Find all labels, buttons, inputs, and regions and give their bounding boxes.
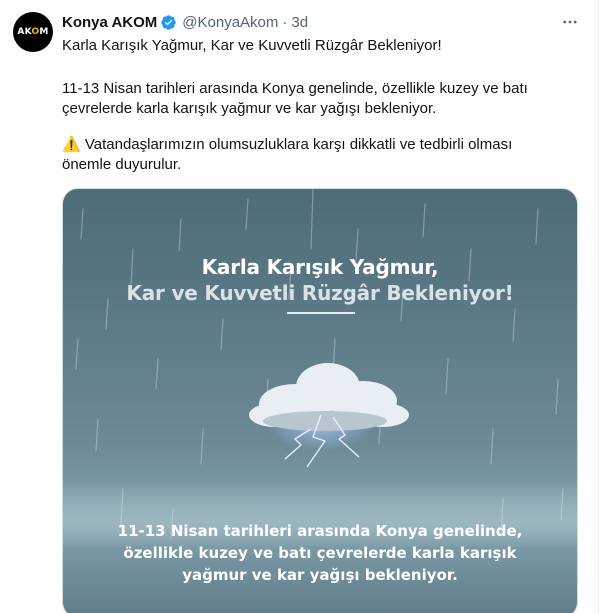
avatar-logo: AKOM xyxy=(17,27,49,37)
tweet-media-image[interactable]: Karla Karışık Yağmur, Kar ve Kuvvetli Rü… xyxy=(62,188,578,613)
tweet-text-line: ⚠️ Vatandaşlarımızın olumsuzluklara karş… xyxy=(62,135,512,155)
verified-badge-icon xyxy=(161,14,177,30)
media-body-line3: yağmur ve kar yağışı bekleniyor. xyxy=(182,566,458,584)
column-border xyxy=(598,0,599,613)
media-title-line2: Kar ve Kuvvetli Rüzgâr Bekleniyor! xyxy=(126,281,514,305)
tweet[interactable]: AKOM Konya AKOM @KonyaAkom · 3d Karla Ka… xyxy=(0,0,606,613)
warning-icon: ⚠️ xyxy=(62,136,81,153)
separator-dot: · xyxy=(282,13,288,31)
more-horizontal-icon xyxy=(563,20,577,24)
media-title-line1: Karla Karışık Yağmur, xyxy=(201,255,439,279)
tweet-text-segment: Vatandaşlarımızın olumsuzluklara karşı d… xyxy=(84,136,513,153)
avatar[interactable]: AKOM xyxy=(13,12,53,52)
media-divider xyxy=(287,312,355,314)
author-handle[interactable]: @KonyaAkom xyxy=(182,14,278,31)
tweet-text-line: Karla Karışık Yağmur, Kar ve Kuvvetli Rü… xyxy=(62,37,442,54)
author-name[interactable]: Konya AKOM xyxy=(62,14,157,31)
tweet-text-line: önemle duyurulur. xyxy=(62,156,182,173)
timestamp[interactable]: 3d xyxy=(291,14,308,31)
tweet-header: Konya AKOM @KonyaAkom · 3d xyxy=(62,12,308,32)
tweet-text-line: çevrelerde karla karışık yağmur ve kar y… xyxy=(62,100,437,117)
tweet-text-line: 11-13 Nisan tarihleri arasında Konya gen… xyxy=(62,80,528,97)
more-options-button[interactable] xyxy=(560,12,580,32)
media-body-line2: özellikle kuzey ve batı çevrelerde karla… xyxy=(123,544,517,562)
media-body-line1: 11-13 Nisan tarihleri arasında Konya gen… xyxy=(117,522,523,540)
